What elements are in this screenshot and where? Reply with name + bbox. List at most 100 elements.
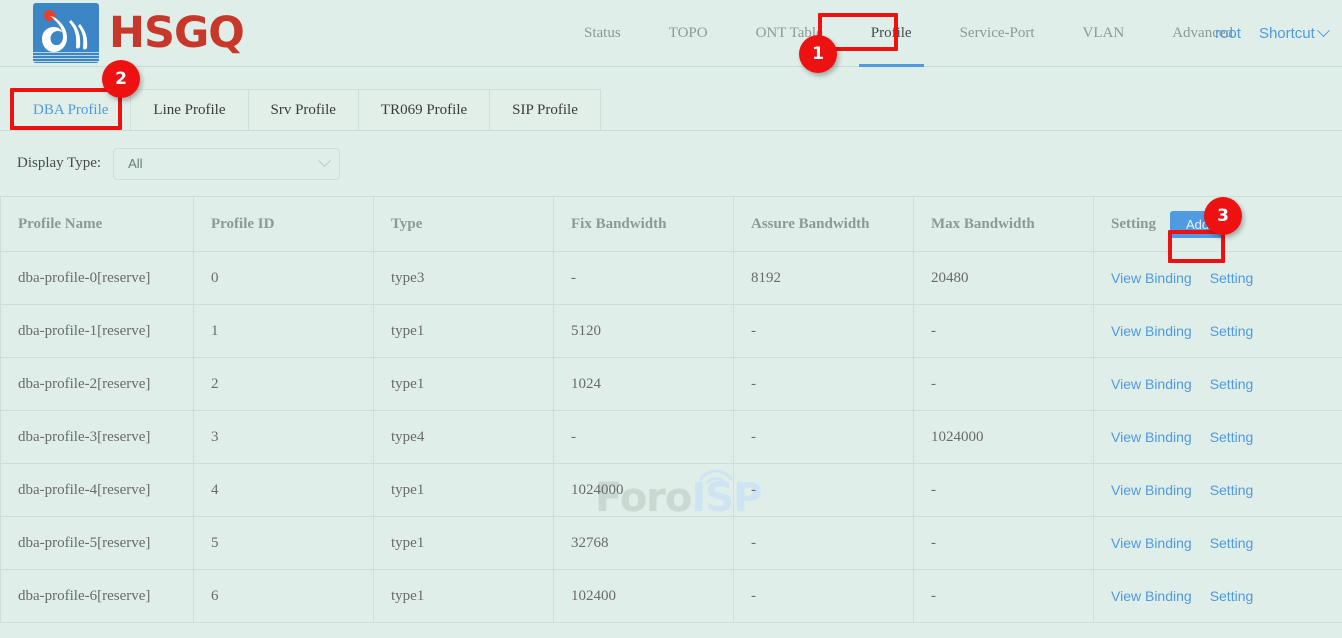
nav-item-vlan[interactable]: VLAN xyxy=(1083,0,1125,67)
cell-max-bandwidth: 1024000 xyxy=(914,411,1094,464)
cell-fix-bandwidth: 32768 xyxy=(554,517,734,570)
nav-item-ont-table[interactable]: ONT Table xyxy=(756,0,823,67)
cell-assure-bandwidth: - xyxy=(734,305,914,358)
cell-type: type1 xyxy=(374,517,554,570)
nav-item-topo[interactable]: TOPO xyxy=(669,0,708,67)
table-body: dba-profile-0[reserve] 0 type3 - 8192 20… xyxy=(1,252,1342,623)
user-navigation: root Shortcut xyxy=(1215,0,1328,67)
dba-profile-table: Profile Name Profile ID Type Fix Bandwid… xyxy=(0,196,1342,623)
cell-assure-bandwidth: - xyxy=(734,358,914,411)
chevron-down-icon xyxy=(1317,24,1330,37)
dba-profile-table-area: Foro ISP Profile Name Profile ID Type Fi… xyxy=(0,196,1342,623)
main-navigation: Status TOPO ONT Table Profile Service-Po… xyxy=(560,0,1257,67)
display-type-select[interactable]: All xyxy=(113,148,340,180)
cell-profile-name: dba-profile-4[reserve] xyxy=(1,464,194,517)
col-fix-bandwidth: Fix Bandwidth xyxy=(554,197,734,252)
cell-max-bandwidth: - xyxy=(914,305,1094,358)
cell-fix-bandwidth: 1024 xyxy=(554,358,734,411)
col-max-bandwidth: Max Bandwidth xyxy=(914,197,1094,252)
view-binding-link[interactable]: View Binding xyxy=(1111,588,1192,604)
table-row[interactable]: dba-profile-5[reserve] 5 type1 32768 - -… xyxy=(1,517,1342,570)
cell-fix-bandwidth: - xyxy=(554,411,734,464)
cell-profile-id: 1 xyxy=(194,305,374,358)
cell-actions: View Binding Setting xyxy=(1094,252,1342,305)
view-binding-link[interactable]: View Binding xyxy=(1111,323,1192,339)
tab-sip-profile[interactable]: SIP Profile xyxy=(490,89,601,130)
chevron-down-icon xyxy=(318,154,331,167)
logo-baseline-lines-icon xyxy=(33,50,99,60)
cell-profile-id: 4 xyxy=(194,464,374,517)
shortcut-menu[interactable]: Shortcut xyxy=(1259,25,1328,42)
view-binding-link[interactable]: View Binding xyxy=(1111,376,1192,392)
view-binding-link[interactable]: View Binding xyxy=(1111,429,1192,445)
tab-srv-profile[interactable]: Srv Profile xyxy=(249,89,359,130)
cell-type: type1 xyxy=(374,570,554,623)
cell-profile-id: 0 xyxy=(194,252,374,305)
cell-actions: View Binding Setting xyxy=(1094,305,1342,358)
table-row[interactable]: dba-profile-0[reserve] 0 type3 - 8192 20… xyxy=(1,252,1342,305)
setting-link[interactable]: Setting xyxy=(1210,376,1254,392)
cell-type: type1 xyxy=(374,305,554,358)
nav-item-service-port[interactable]: Service-Port xyxy=(960,0,1035,67)
cell-profile-id: 6 xyxy=(194,570,374,623)
filter-bar: Display Type: All xyxy=(0,131,1342,196)
view-binding-link[interactable]: View Binding xyxy=(1111,535,1192,551)
cell-profile-name: dba-profile-5[reserve] xyxy=(1,517,194,570)
display-type-value: All xyxy=(128,156,320,171)
shortcut-label: Shortcut xyxy=(1259,25,1315,42)
tab-tr069-profile[interactable]: TR069 Profile xyxy=(359,89,490,130)
sub-tab-bar: DBA Profile Line Profile Srv Profile TR0… xyxy=(0,67,1342,131)
nav-item-profile[interactable]: Profile xyxy=(871,0,912,67)
cell-assure-bandwidth: 8192 xyxy=(734,252,914,305)
cell-type: type1 xyxy=(374,464,554,517)
cell-actions: View Binding Setting xyxy=(1094,358,1342,411)
cell-profile-name: dba-profile-6[reserve] xyxy=(1,570,194,623)
view-binding-link[interactable]: View Binding xyxy=(1111,482,1192,498)
setting-link[interactable]: Setting xyxy=(1210,535,1254,551)
col-assure-bandwidth: Assure Bandwidth xyxy=(734,197,914,252)
brand-logo: HSGQ xyxy=(33,3,244,63)
cell-assure-bandwidth: - xyxy=(734,411,914,464)
cell-profile-id: 3 xyxy=(194,411,374,464)
cell-max-bandwidth: - xyxy=(914,570,1094,623)
cell-assure-bandwidth: - xyxy=(734,517,914,570)
user-account-link[interactable]: root xyxy=(1215,25,1241,42)
cell-actions: View Binding Setting xyxy=(1094,570,1342,623)
setting-link[interactable]: Setting xyxy=(1210,482,1254,498)
cell-profile-name: dba-profile-1[reserve] xyxy=(1,305,194,358)
nav-item-status[interactable]: Status xyxy=(584,0,621,67)
sub-tab-list: DBA Profile Line Profile Srv Profile TR0… xyxy=(10,89,601,130)
tab-dba-profile[interactable]: DBA Profile xyxy=(10,89,131,130)
setting-link[interactable]: Setting xyxy=(1210,588,1254,604)
setting-link[interactable]: Setting xyxy=(1210,429,1254,445)
cell-fix-bandwidth: 102400 xyxy=(554,570,734,623)
cell-actions: View Binding Setting xyxy=(1094,411,1342,464)
top-header-bar: HSGQ Status TOPO ONT Table Profile Servi… xyxy=(0,0,1342,67)
table-row[interactable]: dba-profile-4[reserve] 4 type1 1024000 -… xyxy=(1,464,1342,517)
display-type-label: Display Type: xyxy=(17,155,101,172)
cell-fix-bandwidth: - xyxy=(554,252,734,305)
table-row[interactable]: dba-profile-3[reserve] 3 type4 - - 10240… xyxy=(1,411,1342,464)
view-binding-link[interactable]: View Binding xyxy=(1111,270,1192,286)
cell-max-bandwidth: - xyxy=(914,517,1094,570)
cell-assure-bandwidth: - xyxy=(734,464,914,517)
brand-name: HSGQ xyxy=(109,12,244,55)
col-type: Type xyxy=(374,197,554,252)
cell-max-bandwidth: 20480 xyxy=(914,252,1094,305)
cell-type: type4 xyxy=(374,411,554,464)
table-header-row: Profile Name Profile ID Type Fix Bandwid… xyxy=(1,197,1342,252)
cell-actions: View Binding Setting xyxy=(1094,464,1342,517)
setting-link[interactable]: Setting xyxy=(1210,323,1254,339)
cell-actions: View Binding Setting xyxy=(1094,517,1342,570)
table-row[interactable]: dba-profile-6[reserve] 6 type1 102400 - … xyxy=(1,570,1342,623)
setting-link[interactable]: Setting xyxy=(1210,270,1254,286)
col-setting: Setting Add xyxy=(1094,197,1342,252)
cell-profile-name: dba-profile-0[reserve] xyxy=(1,252,194,305)
cell-type: type3 xyxy=(374,252,554,305)
table-row[interactable]: dba-profile-2[reserve] 2 type1 1024 - - … xyxy=(1,358,1342,411)
cell-profile-name: dba-profile-3[reserve] xyxy=(1,411,194,464)
add-button[interactable]: Add xyxy=(1170,211,1225,238)
table-row[interactable]: dba-profile-1[reserve] 1 type1 5120 - - … xyxy=(1,305,1342,358)
tab-line-profile[interactable]: Line Profile xyxy=(131,89,248,130)
cell-profile-id: 5 xyxy=(194,517,374,570)
